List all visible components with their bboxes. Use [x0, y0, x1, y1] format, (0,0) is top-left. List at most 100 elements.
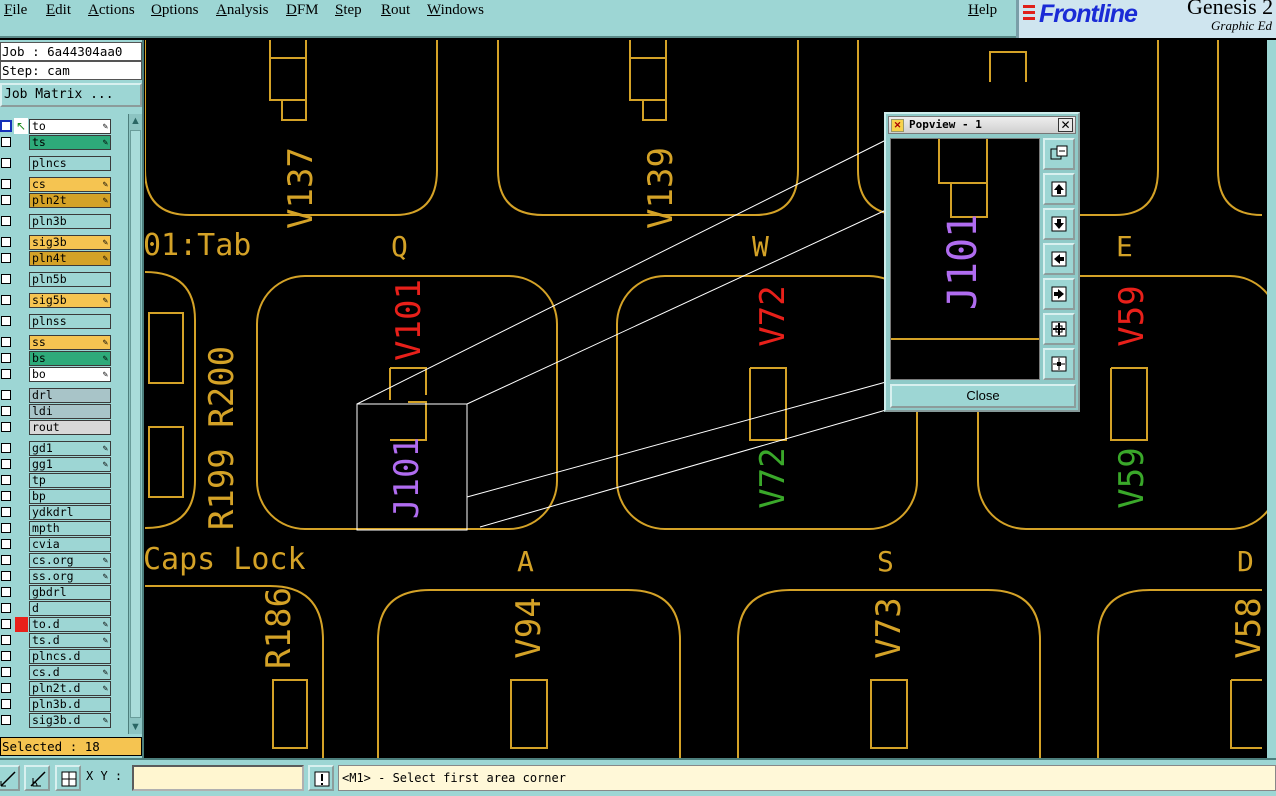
layer-row[interactable]: ldi — [0, 403, 116, 419]
zoom-fit-icon[interactable] — [1043, 138, 1075, 170]
grid-icon[interactable] — [55, 765, 81, 791]
alert-icon[interactable] — [308, 765, 334, 791]
layer-row[interactable]: sig3b.d ✎ — [0, 712, 116, 728]
layer-name[interactable]: plnss — [29, 314, 111, 329]
layer-checkbox[interactable] — [1, 667, 11, 677]
close-icon[interactable]: ✕ — [1058, 118, 1073, 132]
job-matrix-button[interactable]: Job Matrix ... — [0, 83, 142, 107]
layer-name[interactable]: cvia — [29, 537, 111, 552]
layer-checkbox[interactable] — [1, 619, 11, 629]
layer-name[interactable]: cs.org ✎ — [29, 553, 111, 568]
layer-checkbox[interactable] — [1, 216, 11, 226]
layer-name[interactable]: ydkdrl — [29, 505, 111, 520]
layer-checkbox[interactable] — [1, 491, 11, 501]
layer-row[interactable]: ss.org ✎ — [0, 568, 116, 584]
pan-down-icon[interactable] — [1043, 208, 1075, 240]
layer-name[interactable]: ldi — [29, 404, 111, 419]
layer-row[interactable]: mpth — [0, 520, 116, 536]
layer-checkbox[interactable] — [1, 179, 11, 189]
layer-name[interactable]: cs ✎ — [29, 177, 111, 192]
measure-icon[interactable] — [0, 765, 20, 791]
layer-checkbox[interactable] — [1, 635, 11, 645]
layer-name[interactable]: ts.d ✎ — [29, 633, 111, 648]
layer-row[interactable]: pln3b — [0, 213, 116, 229]
menu-windows[interactable]: Windows — [425, 2, 486, 19]
snap-icon[interactable] — [24, 765, 50, 791]
layer-row[interactable]: gbdrl — [0, 584, 116, 600]
layer-name[interactable]: bs ✎ — [29, 351, 111, 366]
xy-coordinate-input[interactable] — [132, 765, 304, 791]
layer-row[interactable]: plnss — [0, 313, 116, 329]
layer-name[interactable]: pln3b — [29, 214, 111, 229]
scroll-thumb[interactable] — [130, 130, 141, 718]
layer-name[interactable]: ss.org ✎ — [29, 569, 111, 584]
layer-scrollbar[interactable]: ▲ ▼ — [128, 114, 142, 734]
scroll-up-icon[interactable]: ▲ — [129, 114, 142, 128]
layer-checkbox[interactable] — [1, 507, 11, 517]
layer-name[interactable]: plncs.d — [29, 649, 111, 664]
layer-name[interactable]: rout — [29, 420, 111, 435]
layer-checkbox[interactable] — [1, 353, 11, 363]
layer-name[interactable]: pln2t.d ✎ — [29, 681, 111, 696]
layer-checkbox[interactable] — [1, 651, 11, 661]
layer-name[interactable]: ss ✎ — [29, 335, 111, 350]
layer-name[interactable]: bo ✎ — [29, 367, 111, 382]
layer-checkbox[interactable] — [1, 443, 11, 453]
layer-checkbox[interactable] — [1, 237, 11, 247]
layer-checkbox[interactable] — [1, 316, 11, 326]
menu-analysis[interactable]: Analysis — [214, 2, 271, 19]
layer-row[interactable]: d — [0, 600, 116, 616]
layer-row[interactable]: gd1 ✎ — [0, 440, 116, 456]
layer-checkbox[interactable] — [1, 683, 11, 693]
layer-row[interactable]: pln2t.d ✎ — [0, 680, 116, 696]
layer-name[interactable]: to ✎ — [29, 119, 111, 134]
layer-row[interactable]: sig3b ✎ — [0, 234, 116, 250]
layer-row[interactable]: plncs — [0, 155, 116, 171]
layer-name[interactable]: d — [29, 601, 111, 616]
layer-name[interactable]: pln3b.d — [29, 697, 111, 712]
popview-titlebar[interactable]: ✕ Popview - 1 ✕ — [888, 116, 1076, 134]
menu-actions[interactable]: Actions — [86, 2, 137, 19]
layer-checkbox[interactable] — [1, 137, 11, 147]
pan-right-icon[interactable] — [1043, 278, 1075, 310]
layer-name[interactable]: sig3b.d ✎ — [29, 713, 111, 728]
layer-row[interactable]: ss ✎ — [0, 334, 116, 350]
layer-row[interactable]: bo ✎ — [0, 366, 116, 382]
layer-checkbox[interactable] — [1, 253, 11, 263]
layer-color-swatch[interactable] — [15, 617, 28, 632]
layer-name[interactable]: drl — [29, 388, 111, 403]
layer-checkbox[interactable] — [1, 523, 11, 533]
layer-checkbox[interactable] — [1, 369, 11, 379]
menu-rout[interactable]: Rout — [379, 2, 412, 19]
menu-help[interactable]: Help — [966, 2, 999, 19]
layer-row[interactable]: cs.d ✎ — [0, 664, 116, 680]
layer-checkbox[interactable] — [1, 406, 11, 416]
layer-row[interactable]: pln3b.d — [0, 696, 116, 712]
layer-name[interactable]: sig3b ✎ — [29, 235, 111, 250]
layer-row[interactable]: drl — [0, 387, 116, 403]
layer-name[interactable]: mpth — [29, 521, 111, 536]
zoom-out-icon[interactable] — [1043, 348, 1075, 380]
layer-checkbox[interactable] — [1, 422, 11, 432]
popview-close-button[interactable]: Close — [890, 384, 1076, 408]
layer-checkbox[interactable] — [1, 715, 11, 725]
layer-row[interactable]: cvia — [0, 536, 116, 552]
layer-name[interactable]: pln4t ✎ — [29, 251, 111, 266]
layer-row[interactable]: ts.d ✎ — [0, 632, 116, 648]
layer-row[interactable]: ts ✎ — [0, 134, 116, 150]
layer-name[interactable]: pln5b — [29, 272, 111, 287]
layer-checkbox[interactable] — [1, 475, 11, 485]
layer-row[interactable]: tp — [0, 472, 116, 488]
layer-name[interactable]: pln2t ✎ — [29, 193, 111, 208]
layer-row[interactable]: gg1 ✎ — [0, 456, 116, 472]
layer-name[interactable]: gg1 ✎ — [29, 457, 111, 472]
layer-checkbox[interactable] — [1, 571, 11, 581]
layer-checkbox[interactable] — [1, 390, 11, 400]
layer-row[interactable]: rout — [0, 419, 116, 435]
layer-name[interactable]: bp — [29, 489, 111, 504]
popview-view[interactable]: J101 — [890, 138, 1040, 380]
zoom-in-icon[interactable] — [1043, 313, 1075, 345]
layer-name[interactable]: to.d ✎ — [29, 617, 111, 632]
menu-step[interactable]: Step — [333, 2, 364, 19]
layer-row[interactable]: pln5b — [0, 271, 116, 287]
